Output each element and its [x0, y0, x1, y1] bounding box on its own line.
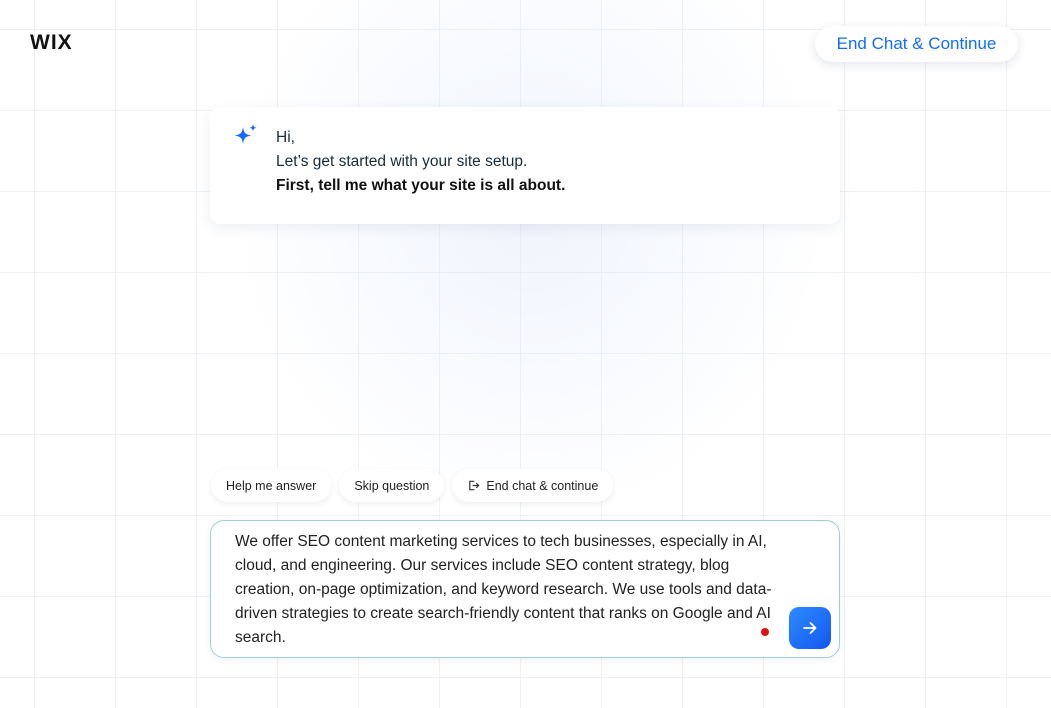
message-greeting: Hi, [276, 129, 295, 146]
exit-icon [469, 480, 480, 491]
message-input[interactable]: We offer SEO content marketing services … [235, 530, 781, 650]
sparkle-icon [234, 124, 257, 144]
message-composer[interactable]: We offer SEO content marketing services … [210, 520, 840, 658]
help-me-answer-label: Help me answer [226, 478, 317, 493]
message-question: First, tell me what your site is all abo… [276, 177, 566, 194]
skip-question-button[interactable]: Skip question [339, 469, 445, 502]
quick-actions: Help me answer Skip question End chat & … [211, 469, 614, 502]
assistant-message-card: Hi, Let’s get started with your site set… [210, 107, 840, 224]
recording-dot-icon [761, 628, 769, 636]
end-chat-continue-button[interactable]: End Chat & Continue [815, 26, 1018, 62]
skip-question-label: Skip question [354, 478, 430, 493]
help-me-answer-button[interactable]: Help me answer [211, 469, 332, 502]
end-chat-chip-label: End chat & continue [486, 478, 599, 493]
send-button[interactable] [789, 607, 831, 649]
end-chat-chip-button[interactable]: End chat & continue [452, 469, 614, 502]
message-line: Let’s get started with your site setup. [276, 153, 528, 170]
arrow-right-icon [803, 622, 817, 634]
assistant-message-text: Hi, Let’s get started with your site set… [276, 126, 565, 198]
wix-logo: WIX [30, 31, 73, 54]
